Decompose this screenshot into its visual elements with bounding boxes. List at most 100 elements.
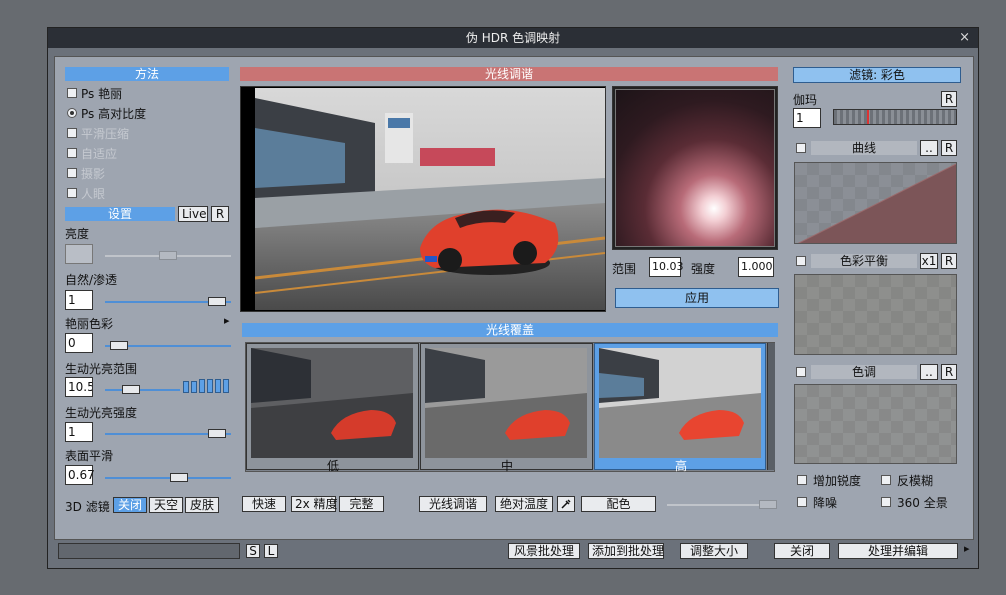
overlay-thumb-low-label: 低 — [327, 459, 340, 473]
add-to-batch-button[interactable]: 添加到批处理 — [588, 543, 664, 559]
highlight-range-slider-track[interactable] — [105, 389, 180, 391]
overlay-thumb-high[interactable]: 高 — [594, 343, 766, 473]
overlay-thumb-mid-label: 中 — [501, 459, 514, 473]
brightness-field[interactable] — [65, 244, 93, 264]
brightness-slider-thumb[interactable] — [159, 251, 177, 260]
tone-button[interactable]: 光线调谐 — [419, 496, 487, 512]
color-balance-panel[interactable] — [794, 274, 957, 355]
color-balance-reset-button[interactable]: R — [941, 253, 957, 269]
hue-more-button[interactable]: .. — [920, 364, 938, 380]
method-option-label: 人眼 — [81, 187, 106, 201]
vivid-color-slider-thumb[interactable] — [110, 341, 129, 350]
settings-header: 设置 — [65, 207, 175, 221]
method-option-2-checkbox — [67, 128, 77, 138]
method-option-5-checkbox — [67, 188, 77, 198]
curve-reset-button[interactable]: R — [941, 140, 957, 156]
close-button[interactable]: 关闭 — [774, 543, 830, 559]
eyedropper-button[interactable] — [557, 496, 575, 512]
color-balance-mult-button[interactable]: x1 — [920, 253, 938, 269]
curve-graph — [797, 163, 956, 243]
preview-photo — [255, 88, 605, 310]
hue-header: 色调 — [811, 365, 917, 379]
filter3d-label: 3D 滤镜 — [65, 500, 110, 514]
load-preset-button[interactable]: L — [264, 544, 278, 558]
gamma-field[interactable]: 1 — [793, 108, 821, 128]
highlight-strength-slider-thumb[interactable] — [207, 429, 226, 438]
process-and-edit-button[interactable]: 处理并编辑 — [838, 543, 958, 559]
filter3d-sky-button[interactable]: 天空 — [149, 497, 183, 513]
sharpen-checkbox[interactable] — [797, 475, 807, 485]
overlay-header: 光线覆盖 — [242, 323, 778, 337]
color-match-slider-track[interactable] — [667, 504, 767, 506]
apply-button[interactable]: 应用 — [615, 288, 779, 308]
color-match-slider-thumb[interactable] — [759, 500, 777, 509]
deblur-checkbox[interactable] — [881, 475, 891, 485]
vibrance-label: 自然/渗透 — [65, 273, 118, 287]
hue-checkbox[interactable] — [796, 367, 806, 377]
highlight-strength-field[interactable]: 1 — [65, 422, 93, 442]
overlay-thumb-low[interactable]: 低 — [246, 343, 419, 473]
vibrance-field[interactable]: 1 — [65, 290, 93, 310]
gamma-slider[interactable] — [833, 109, 957, 125]
highlight-range-histogram — [183, 375, 231, 393]
surface-smooth-field[interactable]: 0.67 — [65, 465, 95, 485]
thumb-photo-low — [251, 348, 413, 458]
gamma-reset-button[interactable]: R — [941, 91, 957, 107]
gamma-label: 伽玛 — [793, 93, 818, 107]
resize-button[interactable]: 调整大小 — [680, 543, 748, 559]
vivid-color-field[interactable]: 0 — [65, 333, 93, 353]
highlight-strength-label: 生动光亮强度 — [65, 406, 138, 420]
title-bar: 伪 HDR 色调映射 × — [48, 28, 978, 48]
method-option-4-checkbox — [67, 168, 77, 178]
vibrance-slider-thumb[interactable] — [207, 297, 226, 306]
precise-button[interactable]: 2x 精度 — [291, 496, 338, 512]
settings-reset-button[interactable]: R — [211, 206, 229, 222]
hue-panel[interactable] — [794, 384, 957, 464]
color-balance-checkbox[interactable] — [796, 256, 806, 266]
gamma-marker — [867, 110, 869, 124]
curve-checkbox[interactable] — [796, 143, 806, 153]
window-title: 伪 HDR 色调映射 — [465, 31, 561, 45]
method-option-0-checkbox[interactable] — [67, 88, 77, 98]
full-button[interactable]: 完整 — [339, 496, 384, 512]
vivid-color-arrow-icon[interactable]: ▸ — [224, 314, 230, 327]
hue-reset-button[interactable]: R — [941, 364, 957, 380]
eyedropper-icon — [561, 499, 571, 509]
range-field[interactable]: 10.03 — [649, 257, 684, 277]
close-icon[interactable]: × — [959, 28, 970, 48]
main-preview[interactable] — [240, 86, 606, 312]
batch-landscape-button[interactable]: 风景批处理 — [508, 543, 580, 559]
surface-smooth-slider-track[interactable] — [105, 477, 231, 479]
highlight-range-slider-thumb[interactable] — [122, 385, 141, 394]
denoise-checkbox[interactable] — [797, 497, 807, 507]
strength-label: 强度 — [691, 262, 716, 276]
overlay-scrollbar[interactable] — [767, 343, 775, 470]
range-label: 范围 — [612, 262, 637, 276]
method-option-1-radio[interactable] — [67, 108, 77, 118]
overlay-thumb-mid[interactable]: 中 — [420, 343, 593, 473]
curve-header: 曲线 — [811, 141, 917, 155]
filter3d-skin-button[interactable]: 皮肤 — [185, 497, 219, 513]
vivid-color-label: 艳丽色彩 — [65, 317, 114, 331]
filter-header-button[interactable]: 滤镜: 彩色 — [793, 67, 961, 83]
panorama-checkbox[interactable] — [881, 497, 891, 507]
curve-more-button[interactable]: .. — [920, 140, 938, 156]
method-header: 方法 — [65, 67, 229, 81]
color-match-button[interactable]: 配色 — [581, 496, 656, 512]
tone-mapping-dialog: 伪 HDR 色调映射 × 方法 设置 Live R 亮度 自然/渗透 1 艳丽色… — [47, 27, 979, 569]
strength-field[interactable]: 1.000 — [738, 257, 774, 277]
panorama-label: 360 全景 — [897, 496, 948, 510]
absolute-temperature-button[interactable]: 绝对温度 — [495, 496, 553, 512]
save-preset-button[interactable]: S — [246, 544, 260, 558]
curve-panel[interactable] — [794, 162, 957, 244]
method-option-label: Ps 高对比度 — [81, 107, 147, 121]
thumb-photo-mid — [425, 348, 587, 458]
live-button[interactable]: Live — [178, 206, 208, 222]
surface-smooth-slider-thumb[interactable] — [169, 473, 188, 482]
deblur-label: 反模糊 — [897, 474, 934, 488]
highlight-range-field[interactable]: 10.53 — [65, 377, 93, 397]
filter3d-off-button[interactable]: 关闭 — [113, 497, 147, 513]
method-option-label: Ps 艳丽 — [81, 87, 123, 101]
process-menu-arrow-icon[interactable]: ▸ — [964, 542, 970, 555]
fast-button[interactable]: 快速 — [242, 496, 286, 512]
